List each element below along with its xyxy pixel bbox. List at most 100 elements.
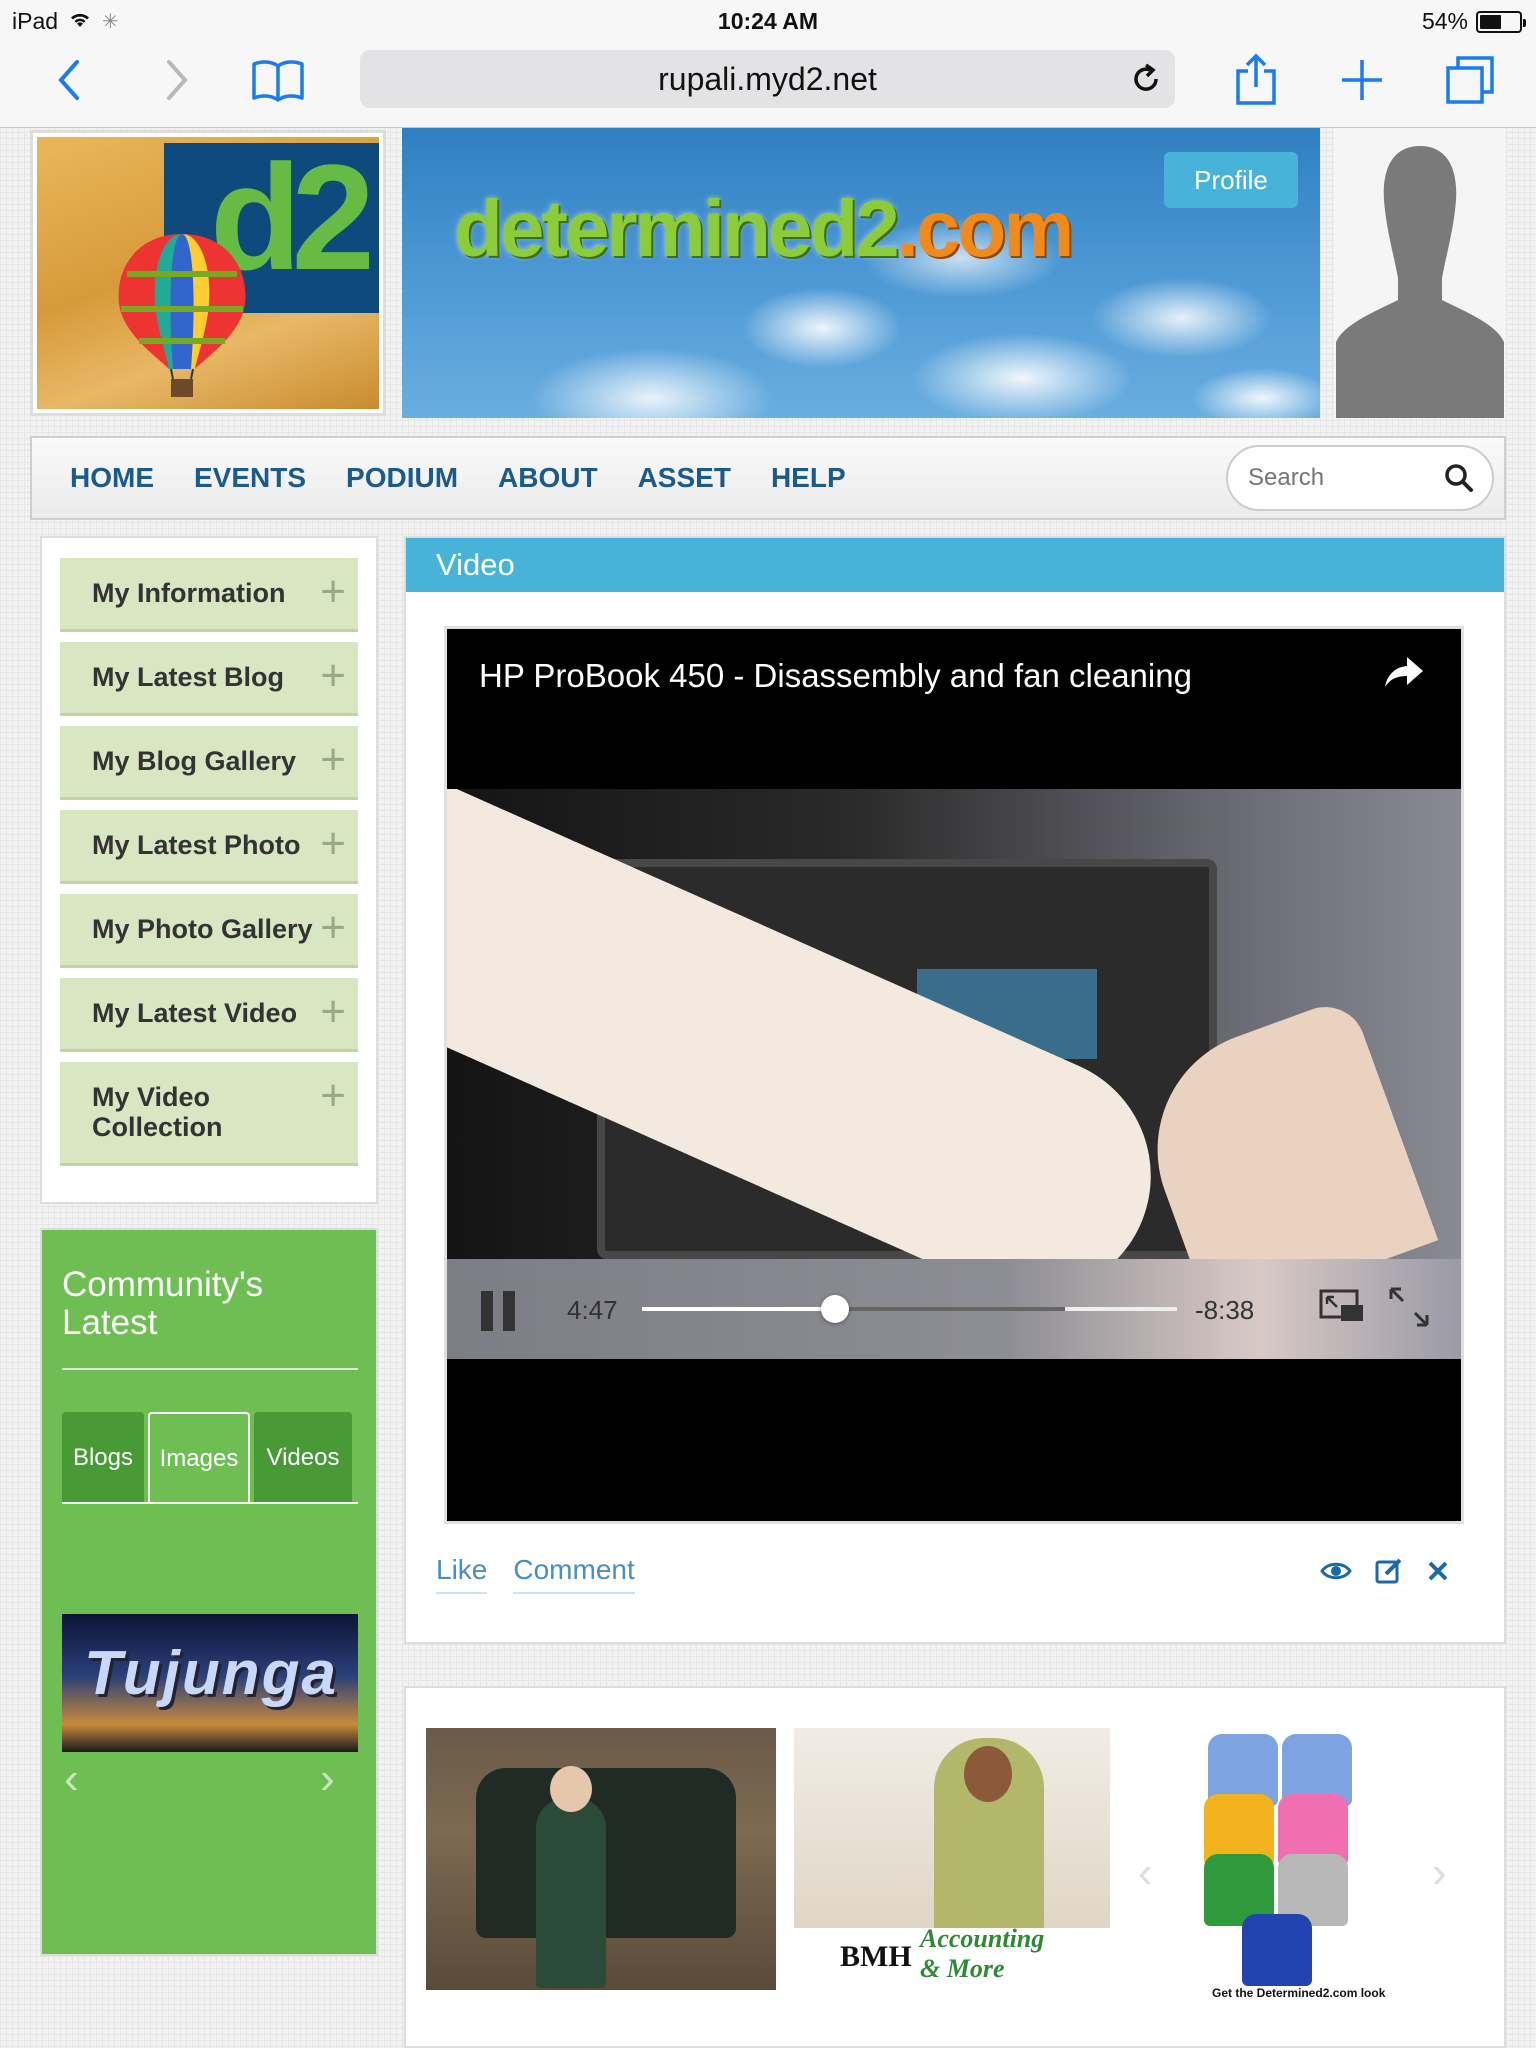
search-box	[1226, 445, 1494, 511]
community-image[interactable]: Tujunga	[62, 1614, 358, 1752]
edit-icon[interactable]	[1374, 1556, 1404, 1591]
expand-icon[interactable]: +	[320, 1074, 346, 1118]
seek-played	[642, 1307, 835, 1311]
picture-in-picture-icon[interactable]	[1319, 1287, 1365, 1330]
header-banner: determined2.com Profile	[402, 128, 1320, 418]
tab-videos[interactable]: Videos	[254, 1412, 352, 1504]
like-link[interactable]: Like	[436, 1554, 488, 1594]
remaining-time: -8:38	[1195, 1295, 1255, 1325]
community-latest: Community's Latest Blogs Images Videos T…	[40, 1228, 378, 1956]
ad-tshirts-caption: Get the Determined2.com look	[1212, 1986, 1386, 2000]
ad-car-vehicle	[476, 1768, 736, 1938]
address-bar[interactable]: rupali.myd2.net	[360, 50, 1175, 108]
comment-link[interactable]: Comment	[513, 1554, 635, 1594]
banner-logo-main: determined2	[454, 184, 900, 273]
menu-item-label: My Blog Gallery	[92, 746, 297, 776]
banner-logo-suffix: .com	[896, 184, 1075, 273]
tab-images[interactable]: Images	[148, 1412, 250, 1504]
search-icon[interactable]	[1444, 463, 1474, 498]
view-icon[interactable]	[1320, 1560, 1352, 1587]
menu-my-latest-blog[interactable]: My Latest Blog +	[60, 642, 358, 716]
nav-asset[interactable]: ASSET	[638, 462, 731, 494]
bookmarks-icon[interactable]	[248, 50, 308, 110]
ad-bmh-person-head	[964, 1746, 1012, 1802]
status-bar: iPad ✳ 10:24 AM 54%	[0, 0, 1536, 40]
ads-next-icon[interactable]: ›	[1432, 1848, 1447, 1898]
site-logo[interactable]: d2	[30, 130, 386, 416]
seek-handle[interactable]	[820, 1295, 849, 1323]
ad-bmh-accounting[interactable]: BMH Accounting & More	[794, 1728, 1110, 1990]
carousel-next-icon[interactable]: ›	[320, 1754, 335, 1804]
profile-button[interactable]: Profile	[1164, 152, 1298, 208]
ads-carousel: BMH Accounting & More ‹ Get the Determin…	[404, 1686, 1506, 2048]
expand-icon[interactable]: +	[320, 738, 346, 782]
menu-item-label: My Information	[92, 578, 286, 608]
tshirt-icon	[1242, 1914, 1312, 1986]
menu-item-label: My Photo Gallery	[92, 914, 313, 944]
share-icon[interactable]	[1383, 655, 1425, 694]
battery-icon	[1476, 10, 1526, 33]
menu-item-label: My Video Collection	[92, 1082, 223, 1142]
profile-menu: My Information + My Latest Blog + My Blo…	[40, 536, 378, 1204]
video-title[interactable]: HP ProBook 450 - Disassembly and fan cle…	[479, 657, 1192, 695]
video-frame[interactable]	[447, 789, 1461, 1259]
expand-icon[interactable]: +	[320, 906, 346, 950]
ad-bmh-brand: BMH	[840, 1940, 912, 1973]
fullscreen-icon[interactable]	[1387, 1285, 1431, 1334]
ad-bmh-tagline-1: Accounting	[920, 1924, 1045, 1953]
hot-air-balloon-icon	[118, 234, 246, 397]
browser-toolbar: rupali.myd2.net	[0, 40, 1536, 128]
ad-car-person	[536, 1798, 606, 1988]
pause-icon[interactable]	[479, 1289, 519, 1338]
menu-item-label: My Latest Video	[92, 998, 298, 1028]
ad-bmh-tagline-2: & More	[920, 1954, 1005, 1983]
menu-my-video-collection[interactable]: My Video Collection +	[60, 1062, 358, 1166]
ad-car-person-head	[550, 1766, 592, 1812]
tab-underline	[62, 1502, 358, 1504]
reload-icon[interactable]	[1129, 62, 1163, 104]
expand-icon[interactable]: +	[320, 570, 346, 614]
tab-blogs[interactable]: Blogs	[62, 1412, 144, 1504]
menu-my-information[interactable]: My Information +	[60, 558, 358, 632]
main-nav: HOME EVENTS PODIUM ABOUT ASSET HELP	[30, 436, 1506, 520]
new-tab-icon[interactable]	[1332, 50, 1392, 110]
seek-bar[interactable]	[642, 1295, 1177, 1323]
forward-icon[interactable]	[146, 50, 206, 110]
ad-tshirts[interactable]: Get the Determined2.com look	[1196, 1728, 1436, 2008]
video-section-title: Video	[406, 538, 1504, 592]
carousel-prev-icon[interactable]: ‹	[64, 1754, 79, 1804]
nav-home[interactable]: HOME	[70, 462, 154, 494]
divider	[62, 1368, 358, 1370]
clock: 10:24 AM	[717, 8, 819, 34]
search-input[interactable]	[1248, 459, 1438, 497]
back-icon[interactable]	[40, 50, 100, 110]
seek-buffered	[834, 1307, 1065, 1311]
video-player[interactable]: HP ProBook 450 - Disassembly and fan cle…	[444, 626, 1464, 1524]
avatar[interactable]	[1334, 128, 1506, 418]
ad-bmh-tagline: Accounting & More	[920, 1924, 1044, 1984]
menu-my-latest-photo[interactable]: My Latest Photo +	[60, 810, 358, 884]
menu-my-photo-gallery[interactable]: My Photo Gallery +	[60, 894, 358, 968]
community-image-title: Tujunga	[84, 1639, 338, 1708]
url-text: rupali.myd2.net	[658, 60, 877, 97]
nav-events[interactable]: EVENTS	[194, 462, 306, 494]
community-title: Community's Latest	[62, 1265, 264, 1342]
ads-prev-icon[interactable]: ‹	[1138, 1848, 1153, 1898]
nav-help[interactable]: HELP	[771, 462, 846, 494]
delete-icon[interactable]	[1426, 1559, 1450, 1588]
current-time: 4:47	[567, 1295, 618, 1325]
video-controls: 4:47 -8:38	[447, 1259, 1461, 1359]
expand-icon[interactable]: +	[320, 654, 346, 698]
menu-my-blog-gallery[interactable]: My Blog Gallery +	[60, 726, 358, 800]
expand-icon[interactable]: +	[320, 990, 346, 1034]
menu-my-latest-video[interactable]: My Latest Video +	[60, 978, 358, 1052]
share-browser-icon[interactable]	[1226, 50, 1286, 110]
banner-logo: determined2.com	[454, 183, 1075, 275]
menu-item-label: My Latest Photo	[92, 830, 301, 860]
expand-icon[interactable]: +	[320, 822, 346, 866]
ad-car[interactable]	[426, 1728, 776, 1990]
nav-podium[interactable]: PODIUM	[346, 462, 458, 494]
battery-percent: 54%	[1421, 8, 1468, 34]
tabs-icon[interactable]	[1440, 50, 1500, 110]
nav-about[interactable]: ABOUT	[498, 462, 598, 494]
